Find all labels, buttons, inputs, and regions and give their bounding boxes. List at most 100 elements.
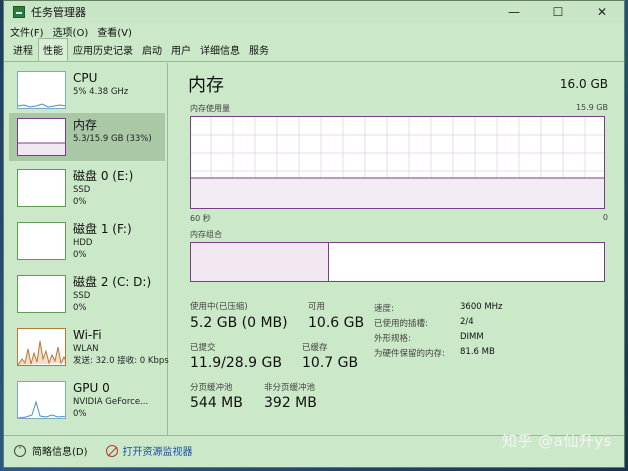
sidebar-sub: 5.3/15.9 GB (33%): [73, 134, 152, 144]
usage-area-fill: [191, 178, 604, 208]
sidebar-item-cpu[interactable]: CPU 5% 4.38 GHz: [9, 66, 165, 114]
available-value: 10.6 GB: [308, 315, 365, 331]
open-resource-monitor-link[interactable]: 打开资源监视器: [123, 443, 193, 458]
cpu-mini-line: [18, 103, 65, 108]
memory-composition-bar: [190, 242, 605, 282]
sidebar-title: 内存: [73, 118, 98, 132]
in-use-value: 5.2 GB (0 MB): [190, 315, 288, 331]
tab-app-history[interactable]: 应用历史记录: [69, 39, 137, 61]
menu-bar: 文件(F) 选项(O) 查看(V): [4, 23, 624, 39]
sidebar-title: 磁盘 0 (E:): [73, 169, 134, 183]
wifi-mini-graph: [18, 340, 65, 365]
fewer-details-button[interactable]: 简略信息(D): [32, 443, 88, 458]
watermark: 知乎 @a仙升ys: [501, 432, 612, 450]
cpu-mini-graph: [18, 103, 65, 108]
tab-startup[interactable]: 启动: [138, 39, 166, 61]
memory-thumbnail: [17, 118, 66, 156]
sidebar-item-disk-1[interactable]: 磁盘 1 (F:) HDD 0%: [9, 217, 165, 265]
sidebar-text-memory: 内存 5.3/15.9 GB (33%): [73, 118, 173, 145]
minimize-button[interactable]: —: [492, 1, 536, 23]
sidebar-item-gpu[interactable]: GPU 0 NVIDIA GeForce... 0%: [9, 376, 165, 424]
wifi-thumbnail: [17, 328, 66, 366]
sidebar-sub-2: 0%: [73, 250, 87, 260]
sidebar-text-cpu: CPU 5% 4.38 GHz: [73, 71, 173, 98]
task-manager-icon: [13, 6, 25, 18]
resource-monitor-icon: [105, 444, 118, 457]
sidebar-item-memory[interactable]: 内存 5.3/15.9 GB (33%): [9, 113, 165, 161]
task-manager-window: 任务管理器 — ☐ ✕ 文件(F) 选项(O) 查看(V) 进程 性能 应用历史…: [3, 0, 625, 468]
paged-pool-value: 544 MB: [190, 395, 243, 411]
memory-usage-graph: [190, 116, 605, 209]
paged-pool-label: 分页缓冲池: [190, 383, 233, 393]
tab-users[interactable]: 用户: [167, 39, 195, 61]
sidebar-sub-2: 0%: [73, 303, 87, 313]
cached-label: 已缓存: [302, 343, 328, 353]
close-button[interactable]: ✕: [580, 1, 624, 23]
sidebar-sub-2: 发送: 32.0 接收: 0 Kbps: [73, 356, 169, 366]
slots-value: 2/4: [460, 317, 474, 327]
performance-sidebar: CPU 5% 4.38 GHz 内存 5.3/15.9 GB (33%) 磁盘 …: [4, 63, 169, 435]
menu-options[interactable]: 选项(O): [53, 24, 89, 39]
menu-view[interactable]: 查看(V): [97, 24, 132, 39]
sidebar-text-wifi: Wi-Fi WLAN 发送: 32.0 接收: 0 Kbps: [73, 328, 173, 367]
gpu-thumbnail: [17, 381, 66, 419]
sidebar-sub-2: 0%: [73, 409, 87, 419]
speed-label: 速度:: [374, 304, 394, 314]
speed-value: 3600 MHz: [460, 302, 503, 312]
available-label: 可用: [308, 302, 326, 312]
title-bar: 任务管理器 — ☐ ✕: [4, 1, 624, 23]
committed-value: 11.9/28.9 GB: [190, 355, 282, 371]
sidebar-sub: WLAN: [73, 344, 99, 354]
slots-label: 已使用的插槽:: [374, 319, 428, 329]
tab-bar: 进程 性能 应用历史记录 启动 用户 详细信息 服务: [4, 38, 624, 62]
memory-total: 16.0 GB: [559, 77, 608, 91]
tab-processes[interactable]: 进程: [9, 39, 37, 61]
wifi-mini-line: [18, 340, 65, 365]
tab-performance[interactable]: 性能: [38, 38, 68, 61]
sidebar-text-disk-2: 磁盘 2 (C: D:) SSD 0%: [73, 275, 173, 314]
sidebar-item-disk-2[interactable]: 磁盘 2 (C: D:) SSD 0%: [9, 270, 165, 318]
reserved-label: 为硬件保留的内存:: [374, 349, 445, 359]
composition-in-use: [191, 243, 329, 281]
committed-label: 已提交: [190, 343, 216, 353]
cached-value: 10.7 GB: [302, 355, 359, 371]
sidebar-item-wifi[interactable]: Wi-Fi WLAN 发送: 32.0 接收: 0 Kbps: [9, 323, 169, 371]
sidebar-text-disk-0: 磁盘 0 (E:) SSD 0%: [73, 169, 173, 208]
sidebar-item-disk-0[interactable]: 磁盘 0 (E:) SSD 0%: [9, 164, 165, 212]
sidebar-sub: HDD: [73, 238, 93, 248]
disk-0-thumbnail: [17, 169, 66, 207]
tab-details[interactable]: 详细信息: [196, 39, 244, 61]
memory-mini-fill: [18, 143, 65, 155]
window-title: 任务管理器: [31, 6, 86, 19]
form-factor-label: 外形规格:: [374, 334, 411, 344]
composition-label: 内存组合: [190, 230, 222, 239]
sidebar-title: CPU: [73, 71, 98, 85]
sidebar-text-disk-1: 磁盘 1 (F:) HDD 0%: [73, 222, 173, 261]
nonpaged-pool-label: 非分页缓冲池: [264, 383, 316, 393]
usage-graph-max: 15.9 GB: [575, 103, 608, 112]
sidebar-sub: NVIDIA GeForce...: [73, 397, 149, 407]
memory-mini-graph: [18, 142, 65, 155]
menu-file[interactable]: 文件(F): [10, 24, 44, 39]
gpu-mini-graph: [18, 400, 65, 418]
sidebar-sub: SSD: [73, 291, 91, 301]
disk-2-thumbnail: [17, 275, 66, 313]
page-title: 内存: [188, 75, 224, 96]
maximize-button[interactable]: ☐: [536, 1, 580, 23]
disk-1-thumbnail: [17, 222, 66, 260]
window-controls: — ☐ ✕: [492, 1, 624, 23]
cpu-thumbnail: [17, 71, 66, 109]
chevron-up-icon[interactable]: ˄: [14, 444, 26, 457]
memory-usage-svg: [191, 117, 604, 208]
gpu-mini-line: [18, 400, 65, 418]
time-axis-right: 0: [602, 213, 608, 222]
reserved-value: 81.6 MB: [460, 347, 495, 357]
sidebar-sub: 5% 4.38 GHz: [73, 87, 129, 97]
memory-detail-panel: 内存 16.0 GB 内存使用量 15.9 GB 60 秒 0 内存组合 使用中…: [182, 63, 622, 435]
tab-services[interactable]: 服务: [245, 39, 273, 61]
sidebar-sub: SSD: [73, 185, 91, 195]
sidebar-sub-2: 0%: [73, 197, 87, 207]
form-factor-value: DIMM: [460, 332, 484, 342]
nonpaged-pool-value: 392 MB: [264, 395, 317, 411]
sidebar-title: 磁盘 1 (F:): [73, 222, 132, 236]
